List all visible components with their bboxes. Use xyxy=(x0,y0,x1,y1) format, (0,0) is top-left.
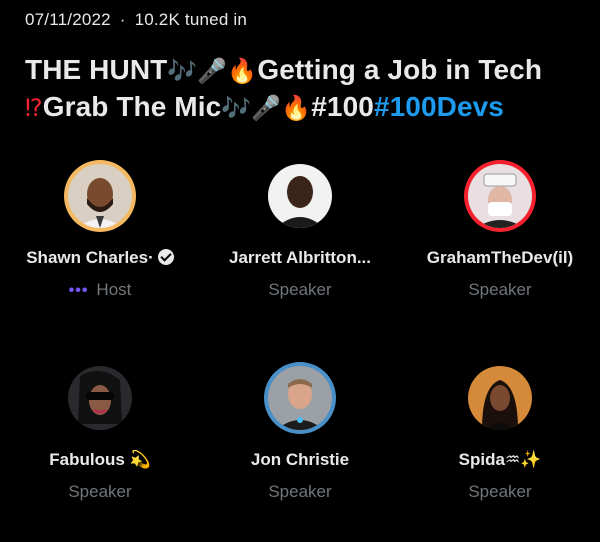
avatar-jon-icon xyxy=(268,366,332,430)
avatar-fabulous-icon xyxy=(68,366,132,430)
participant-name: Fabulous 💫 xyxy=(49,450,151,470)
avatar-ring xyxy=(464,160,536,232)
host-dots-icon: ••• xyxy=(68,282,89,299)
participant-card[interactable]: Jon Christie Speaker xyxy=(200,362,400,512)
avatar-shawn-icon xyxy=(68,164,132,228)
participant-card[interactable]: Jarrett Albritton... Speaker xyxy=(200,160,400,310)
avatar-ring xyxy=(264,160,336,232)
participants-grid: Shawn Charles· ••• Host Jarrett Albritton… xyxy=(0,0,600,542)
avatar-ring xyxy=(64,362,136,434)
participant-role: Speaker xyxy=(468,280,532,299)
participant-card[interactable]: Spida♒✨ Speaker xyxy=(400,362,600,512)
aquarius-sparkles-icon: ♒✨ xyxy=(504,450,542,470)
verified-badge-icon xyxy=(157,249,174,265)
avatar-spida-icon xyxy=(468,366,532,430)
participant-card[interactable]: Fabulous 💫 Speaker xyxy=(0,362,200,512)
avatar-graham-icon xyxy=(468,164,532,228)
participant-name: Spida♒✨ xyxy=(458,450,542,470)
participant-name: GrahamTheDev(il) xyxy=(426,248,574,267)
dizzy-star-icon: 💫 xyxy=(129,450,151,470)
avatar-jarrett-icon xyxy=(268,164,332,228)
participant-role: Speaker xyxy=(468,482,532,501)
avatar-ring xyxy=(464,362,536,434)
participant-role: Speaker xyxy=(268,482,332,501)
avatar-ring xyxy=(264,362,336,434)
participant-name: Shawn Charles· xyxy=(0,248,200,268)
participant-role: ••• Host xyxy=(68,280,132,299)
participant-card[interactable]: GrahamTheDev(il) Speaker xyxy=(400,160,600,310)
participant-name: Jarrett Albritton... xyxy=(229,248,371,267)
participant-role: Speaker xyxy=(68,482,132,501)
participant-name: Jon Christie xyxy=(250,450,350,469)
avatar-ring xyxy=(64,160,136,232)
participant-card[interactable]: Shawn Charles· ••• Host xyxy=(0,160,200,310)
participant-role: Speaker xyxy=(268,280,332,299)
